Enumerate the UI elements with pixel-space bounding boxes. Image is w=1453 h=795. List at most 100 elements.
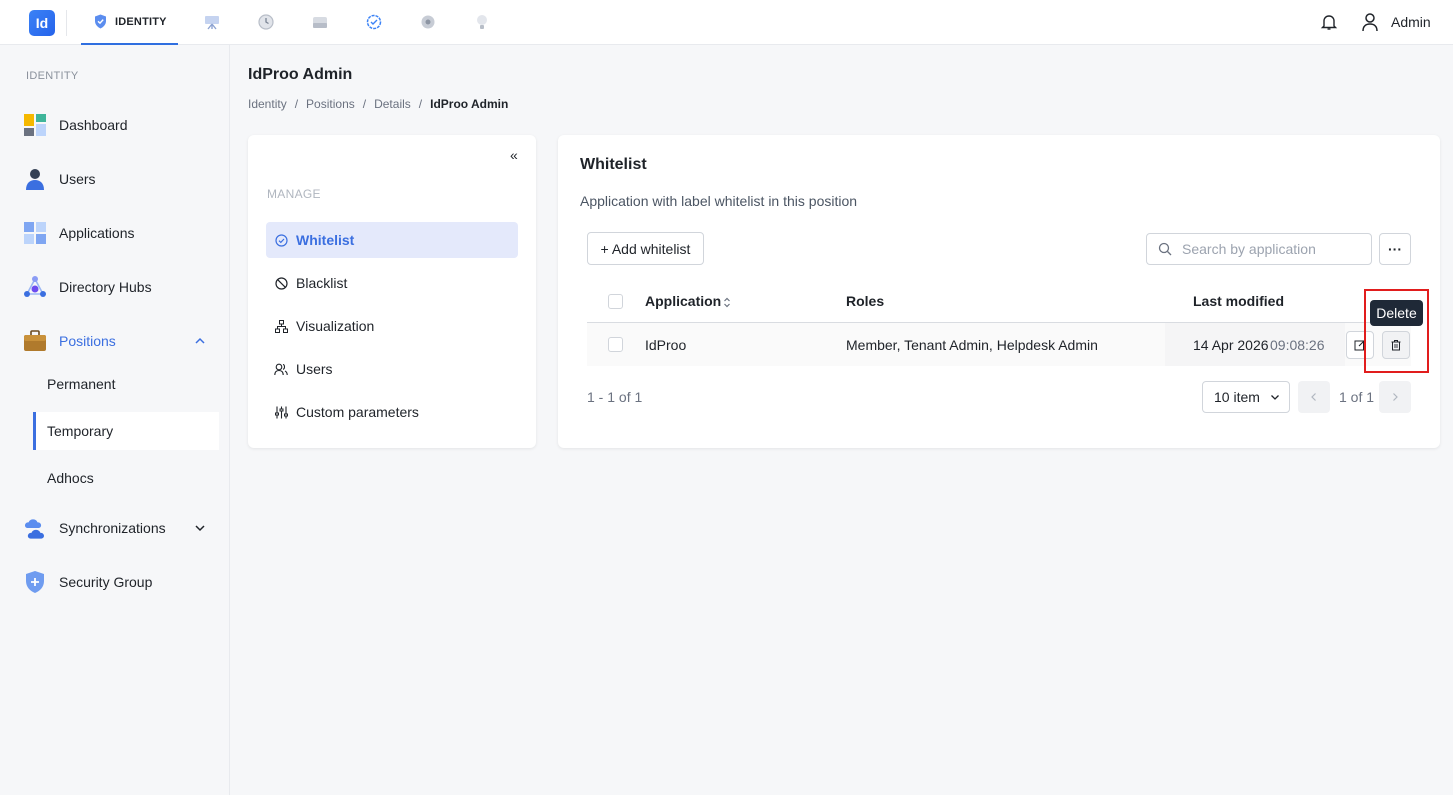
prev-page-button[interactable] — [1298, 381, 1330, 413]
table-row: IdProo Member, Tenant Admin, Helpdesk Ad… — [587, 323, 1411, 366]
breadcrumb-positions[interactable]: Positions — [306, 97, 355, 111]
sliders-icon — [274, 405, 288, 419]
manage-item-blacklist[interactable]: Blacklist — [266, 265, 518, 301]
sidebar-subitem-temporary[interactable]: Temporary — [33, 412, 219, 450]
manage-item-label: Blacklist — [296, 275, 348, 291]
page-size-select[interactable]: 10 item — [1202, 381, 1290, 413]
sidebar-item-applications[interactable]: Applications — [22, 218, 218, 248]
dashboard-icon — [22, 113, 47, 138]
history-icon[interactable] — [256, 12, 276, 32]
highlight-box — [1364, 289, 1429, 373]
check-circle-icon[interactable] — [364, 12, 384, 32]
page-title: IdProo Admin — [248, 66, 353, 83]
more-options-button[interactable]: ··· — [1379, 233, 1411, 265]
users-icon — [274, 362, 288, 376]
add-whitelist-button[interactable]: + Add whitelist — [587, 232, 704, 265]
manage-panel: « MANAGE Whitelist Blacklist Visualizati… — [248, 135, 536, 448]
breadcrumb-separator: / — [294, 97, 299, 111]
check-circle-icon — [274, 233, 288, 247]
column-header-application[interactable]: Application — [645, 293, 721, 309]
user-name[interactable]: Admin — [1391, 14, 1431, 30]
breadcrumb-identity[interactable]: Identity — [248, 97, 287, 111]
section-description: Application with label whitelist in this… — [580, 193, 858, 209]
tab-identity-label: IDENTITY — [115, 15, 167, 28]
collapse-button[interactable]: « — [510, 147, 518, 163]
manage-section-label: MANAGE — [267, 187, 321, 201]
page-size-value: 10 item — [1214, 389, 1260, 405]
pagination-summary: 1 - 1 of 1 — [587, 389, 643, 405]
top-bar: Id IDENTITY Admin — [0, 0, 1453, 45]
sidebar-item-label: Applications — [59, 225, 135, 241]
manage-item-custom-parameters[interactable]: Custom parameters — [266, 394, 518, 430]
hierarchy-icon — [274, 319, 288, 333]
cloud-sync-icon — [22, 516, 47, 541]
row-checkbox[interactable] — [608, 337, 623, 352]
shield-icon — [22, 570, 47, 595]
search-icon — [1158, 242, 1172, 256]
sidebar-section-label: IDENTITY — [26, 70, 79, 82]
divider — [66, 10, 67, 36]
manage-item-label: Users — [296, 361, 333, 377]
chevron-up-icon[interactable] — [194, 335, 206, 347]
sidebar-item-users[interactable]: Users — [22, 164, 218, 194]
breadcrumb-separator: / — [418, 97, 423, 111]
app-logo[interactable]: Id — [29, 10, 55, 36]
gear-icon[interactable] — [418, 12, 438, 32]
select-all-checkbox[interactable] — [608, 294, 623, 309]
breadcrumb-details[interactable]: Details — [374, 97, 411, 111]
lightbulb-icon[interactable] — [472, 12, 492, 32]
user-icon — [22, 167, 47, 192]
sidebar-item-label: Dashboard — [59, 117, 128, 133]
page-indicator: 1 of 1 — [1339, 389, 1375, 405]
breadcrumb-separator: / — [362, 97, 367, 111]
search-input[interactable] — [1182, 241, 1362, 257]
sidebar-item-dashboard[interactable]: Dashboard — [22, 110, 218, 140]
manage-item-visualization[interactable]: Visualization — [266, 308, 518, 344]
presentation-icon[interactable] — [202, 12, 222, 32]
briefcase-icon — [22, 329, 47, 354]
chevron-down-icon[interactable] — [194, 522, 206, 534]
tab-identity[interactable]: IDENTITY — [81, 0, 178, 45]
sidebar-subitem-permanent[interactable]: Permanent — [33, 365, 219, 403]
chevron-left-icon — [1311, 393, 1316, 401]
search-box — [1146, 233, 1372, 265]
sidebar-item-synchronizations[interactable]: Synchronizations — [22, 513, 218, 543]
directory-hubs-icon — [22, 275, 47, 300]
sidebar-item-label: Positions — [59, 333, 116, 349]
bell-icon[interactable] — [1320, 13, 1338, 31]
sort-icon[interactable] — [723, 297, 731, 308]
applications-icon — [22, 221, 47, 246]
manage-item-whitelist[interactable]: Whitelist — [266, 222, 518, 258]
manage-item-label: Custom parameters — [296, 404, 419, 420]
column-header-last-modified: Last modified — [1193, 293, 1285, 309]
sidebar-item-positions[interactable]: Positions — [22, 326, 218, 356]
next-page-button[interactable] — [1379, 381, 1411, 413]
sidebar-item-label: Security Group — [59, 574, 153, 590]
shield-icon — [95, 14, 106, 29]
section-title: Whitelist — [580, 156, 647, 173]
chevron-down-icon — [1270, 395, 1279, 400]
chevron-right-icon — [1393, 393, 1398, 401]
manage-item-label: Whitelist — [296, 232, 355, 248]
sidebar-item-label: Synchronizations — [59, 520, 166, 536]
sidebar-item-directory-hubs[interactable]: Directory Hubs — [22, 272, 218, 302]
sidebar-subitem-adhocs[interactable]: Adhocs — [33, 459, 219, 497]
block-icon — [274, 276, 288, 290]
whitelist-panel: Whitelist Application with label whiteli… — [558, 135, 1440, 448]
sidebar: IDENTITY Dashboard Users Applications Di… — [0, 45, 230, 795]
table-header: Application Roles Last modified — [587, 282, 1411, 323]
breadcrumb-current: IdProo Admin — [430, 97, 509, 111]
sidebar-item-label: Users — [59, 171, 96, 187]
column-header-roles: Roles — [846, 293, 885, 309]
cell-date: 14 Apr 2026 — [1193, 337, 1269, 353]
manage-item-label: Visualization — [296, 318, 375, 334]
manage-item-users[interactable]: Users — [266, 351, 518, 387]
cell-application: IdProo — [645, 337, 687, 353]
breadcrumb: Identity / Positions / Details / IdProo … — [248, 97, 508, 111]
user-icon[interactable] — [1361, 12, 1379, 32]
sidebar-item-label: Directory Hubs — [59, 279, 152, 295]
storage-icon[interactable] — [310, 12, 330, 32]
cell-time: 09:08:26 — [1270, 337, 1325, 353]
cell-roles: Member, Tenant Admin, Helpdesk Admin — [846, 337, 1098, 353]
sidebar-item-security-group[interactable]: Security Group — [22, 567, 218, 597]
